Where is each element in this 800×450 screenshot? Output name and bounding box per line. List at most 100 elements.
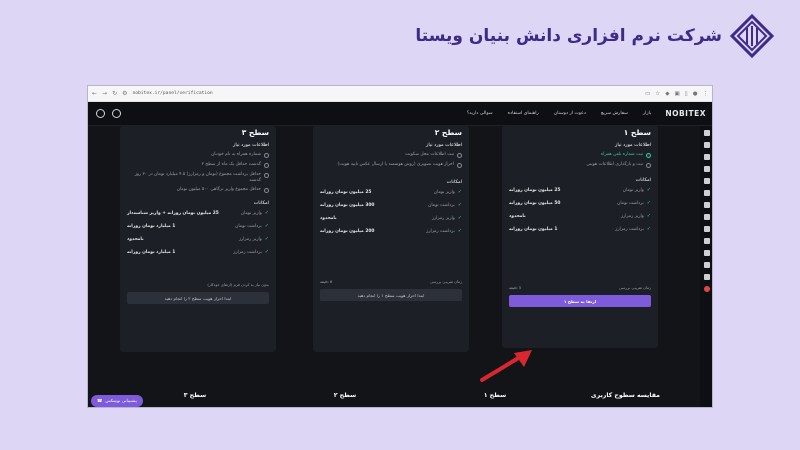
history-icon[interactable] <box>704 202 710 208</box>
requirement-item: حداقل مجموع واریز ترگاهی ۵۰۰ میلیون توما… <box>127 187 269 194</box>
check-icon: ✓ <box>646 187 651 193</box>
check-icon: ✓ <box>457 215 462 221</box>
check-icon: ✓ <box>264 223 269 230</box>
logout-icon[interactable] <box>704 286 710 292</box>
circle-icon <box>457 163 462 168</box>
market-icon[interactable] <box>704 142 710 148</box>
wallet-icon[interactable] <box>704 166 710 172</box>
upgrade-level-3-button[interactable]: ابتدا احراز هویت سطح ۲ را انجام دهید <box>127 292 269 305</box>
exchange-icon[interactable] <box>704 154 710 160</box>
check-icon: ✓ <box>646 200 651 206</box>
nav-questions[interactable]: سوالی دارید؟ <box>467 111 493 116</box>
mail-icon[interactable] <box>704 262 710 268</box>
capabilities-title: امکانات <box>253 201 269 207</box>
nav-invite[interactable]: دعوت از دوستان <box>554 111 586 116</box>
level-3-card: سطح ۳ اطلاعات مورد نیاز شماره همراه به ن… <box>120 126 276 352</box>
headset-icon: ☎ <box>97 398 103 404</box>
menu-icon[interactable]: ⋮ <box>703 91 709 97</box>
back-icon[interactable]: ← <box>92 90 97 97</box>
check-icon: ✓ <box>457 202 462 208</box>
browser-toolbar: ← → ↻ ⚙ nobitex.ir/panel/verification ▭ … <box>88 86 712 102</box>
check-icon: ✓ <box>457 228 462 234</box>
level-title: سطح ۱ <box>623 128 651 137</box>
extension-icon[interactable]: ◆ <box>665 91 669 97</box>
browser-window: ← → ↻ ⚙ nobitex.ir/panel/verification ▭ … <box>87 85 713 408</box>
comparison-col-1: سطح ۱ <box>483 391 507 399</box>
circle-icon <box>646 163 651 168</box>
user-area <box>96 109 121 118</box>
capability-row: ✓ واریز تومان 25 میلیون تومان روزانه <box>509 187 651 193</box>
site-header: NOBITEX بازار سفارش سریع دعوت از دوستان … <box>88 102 712 126</box>
site-nav: بازار سفارش سریع دعوت از دوستان راهنمای … <box>467 111 652 116</box>
requirement-item: ثبت و بارگذاری اطلاعات هویتی <box>509 162 651 168</box>
capability-row: ✓ واریز رمزارز نامحدود <box>320 215 462 221</box>
comparison-col-3: سطح ۳ <box>183 391 207 399</box>
requirement-item: ثبت شماره تلفن همراه <box>509 152 651 158</box>
upgrade-level-1-button[interactable]: ارتقا به سطح ۱ <box>509 295 651 307</box>
check-icon: ✓ <box>264 236 269 243</box>
level-1-card: سطح ۱ اطلاعات مورد نیاز ثبت شماره تلفن ه… <box>502 126 658 348</box>
browser-actions: ▭ ☆ ◆ ▣ ▯ ● ⋮ <box>645 91 708 97</box>
reload-icon[interactable]: ↻ <box>112 90 117 97</box>
upgrade-level-2-button[interactable]: ابتدا احراز هویت سطح ۱ را انجام دهید <box>320 289 462 301</box>
bookmark-icon[interactable]: ☆ <box>655 91 660 97</box>
dashboard-icon[interactable] <box>704 130 710 136</box>
review-time: بدون نیاز به کردن فرم (ارتقای خودکار) <box>207 282 269 288</box>
check-icon: ✓ <box>457 189 462 195</box>
circle-icon <box>264 188 269 194</box>
circle-icon <box>264 173 269 178</box>
capabilities-title: امکانات <box>635 178 651 183</box>
user-icon[interactable] <box>96 109 105 118</box>
earn-icon[interactable] <box>704 214 710 220</box>
support-label: پشتیبانی نوبیتکس <box>105 398 137 404</box>
screen-icon[interactable]: ▭ <box>645 91 650 97</box>
capability-row: ✓ برداشت رمزارز 1 میلیون تومان روزانه <box>509 226 651 232</box>
site-info-icon[interactable]: ⚙ <box>122 90 127 97</box>
circle-icon <box>264 153 269 158</box>
check-icon: ✓ <box>264 249 269 256</box>
level-title: سطح ۳ <box>241 128 269 137</box>
security-icon[interactable] <box>704 238 710 244</box>
chart-icon[interactable] <box>704 178 710 184</box>
check-icon: ✓ <box>646 226 651 232</box>
capability-row: ✓ واریز تومان 25 میلیون تومان روزانه <box>320 189 462 195</box>
calendar-icon[interactable] <box>704 226 710 232</box>
users-icon[interactable] <box>704 274 710 280</box>
capabilities-title: امکانات <box>446 180 462 185</box>
capability-row: ✓ واریز رمزارز نامحدود <box>509 213 651 219</box>
play-icon[interactable] <box>704 250 710 256</box>
side-toolbar <box>700 126 712 407</box>
requirement-item: شماره همراه به نام خودتان <box>127 152 269 158</box>
requirements-title: اطلاعات مورد نیاز <box>426 143 462 148</box>
orders-icon[interactable] <box>704 190 710 196</box>
capability-row: ✓ برداشت رمزارز 1 میلیارد تومان روزانه <box>127 249 269 256</box>
capability-row: ✓ برداشت تومان 50 میلیون تومان روزانه <box>509 200 651 206</box>
vista-logo-icon <box>730 14 774 58</box>
forward-icon[interactable]: → <box>102 90 107 97</box>
requirement-item: گذشت حداقل یک ماه از سطح ۲ <box>127 162 269 168</box>
nav-guide[interactable]: راهنمای استفاده <box>508 111 539 116</box>
review-time: زمان تقریبی بررسی 5 دقیقه <box>509 285 651 290</box>
sidepanel-icon[interactable]: ▯ <box>685 91 688 97</box>
requirement-item: احراز هویت تصویری (روش هوشمند یا ارسال ع… <box>320 162 462 168</box>
capability-row: ✓ برداشت تومان 1 میلیارد تومان روزانه <box>127 223 269 230</box>
requirement-item: حداقل برداشت مجموع (تومان و رمزارز) ۴.۵ … <box>127 172 269 183</box>
brand-header: شرکت نرم افزاری دانش بنیان ویستا <box>415 14 774 58</box>
check-icon: ✓ <box>646 213 651 219</box>
comparison-col-2: سطح ۲ <box>333 391 357 399</box>
requirements-title: اطلاعات مورد نیاز <box>615 143 651 148</box>
nobitex-page: NOBITEX بازار سفارش سریع دعوت از دوستان … <box>88 102 712 407</box>
site-logo[interactable]: NOBITEX <box>665 109 706 118</box>
check-icon: ✓ <box>264 210 269 217</box>
nav-quick-order[interactable]: سفارش سریع <box>601 111 628 116</box>
nav-market[interactable]: بازار <box>643 111 651 116</box>
brand-name: شرکت نرم افزاری دانش بنیان ویستا <box>415 26 722 46</box>
support-button[interactable]: پشتیبانی نوبیتکس ☎ <box>91 395 143 407</box>
puzzle-icon[interactable]: ▣ <box>674 91 679 97</box>
address-bar[interactable]: nobitex.ir/panel/verification <box>132 91 222 96</box>
notification-icon[interactable] <box>112 109 121 118</box>
comparison-title: مقایسه سطوح کاربری <box>590 391 660 399</box>
profile-icon[interactable]: ● <box>693 91 698 97</box>
requirements-title: اطلاعات مورد نیاز <box>233 143 269 148</box>
review-time: زمان تقریبی بررسی 6 دقیقه <box>320 279 462 284</box>
